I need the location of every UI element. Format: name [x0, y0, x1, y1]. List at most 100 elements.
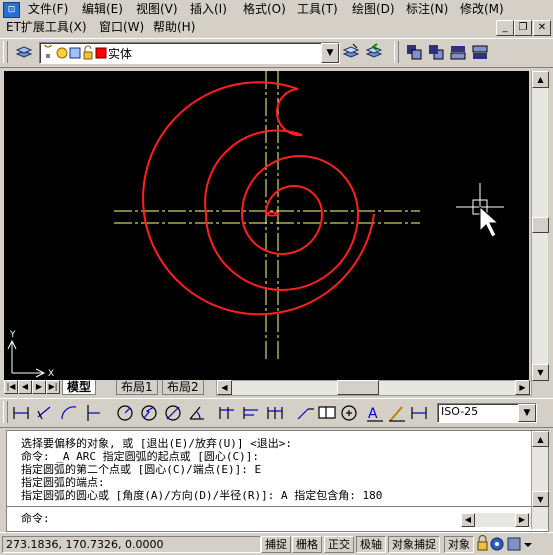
make-object-layer-current-icon[interactable] [341, 42, 361, 62]
ucs-y-label: Y [9, 330, 16, 340]
spiral-curve [142, 81, 375, 316]
scroll-right-button[interactable]: ▶ [515, 380, 530, 395]
tab-prev-button[interactable]: ◀ [18, 380, 32, 394]
radius-dimension-icon [117, 405, 133, 421]
cmd-scroll-up-button[interactable]: ▲ [532, 431, 549, 447]
jogged-dimension-icon [141, 405, 157, 421]
layer-viewport-icon [69, 47, 81, 59]
dimension-update-icon [411, 407, 427, 419]
quick-dimension-icon [219, 407, 234, 419]
command-history-line: 指定圆弧的圆心或 [角度(A)/方向(D)/半径(R)]: A 指定包含角: 1… [21, 489, 383, 502]
layer-dropdown[interactable]: 实体 ▼ [39, 42, 340, 64]
tab-next-button[interactable]: ▶ [32, 380, 46, 394]
menu-help[interactable]: 帮助(H) [151, 19, 197, 36]
layer-on-icon [44, 45, 53, 58]
arc-length-icon [61, 406, 77, 420]
vertical-scrollbar[interactable]: ▲ ▼ [531, 71, 549, 381]
minimize-button[interactable]: _ [496, 20, 514, 36]
dimension-style-dropdown[interactable]: ISO-25 ▼ [437, 403, 537, 423]
tab-layout2[interactable]: 布局2 [162, 380, 204, 395]
command-history-line: 选择要偏移的对象, 或 [退出(E)/放弃(U)] <退出>: [21, 437, 292, 450]
restore-button[interactable]: ❐ [514, 20, 532, 36]
tab-first-button[interactable]: |◀ [4, 380, 18, 394]
menu-format[interactable]: 格式(O) [241, 1, 288, 18]
menu-edit[interactable]: 编辑(E) [80, 1, 125, 18]
dimension-toolbar: A ISO-25 ▼ [0, 398, 553, 428]
bring-above-icon[interactable] [448, 42, 468, 62]
command-history-line: 指定圆弧的第二个点或 [圆心(C)/端点(E)]: E [21, 463, 262, 476]
layer-color-swatch [95, 47, 107, 59]
model-space-canvas[interactable]: Y X [4, 71, 529, 381]
cmd-scroll-right-button[interactable]: ▶ [515, 513, 529, 527]
command-hscrollbar[interactable]: ◀ ▶ [461, 513, 531, 527]
tab-last-button[interactable]: ▶| [46, 380, 60, 394]
quick-leader-icon [297, 408, 314, 420]
cmd-scroll-left-button[interactable]: ◀ [461, 513, 475, 527]
linear-dimension-icon [13, 407, 29, 419]
command-vscrollbar[interactable]: ▲ ▼ [531, 431, 549, 529]
layout-tabs: |◀ ◀ ▶ ▶| 模型 布局1 布局2 ◀ ▶ [4, 380, 532, 396]
center-mark-icon [341, 405, 357, 421]
horizontal-scrollbar[interactable]: ◀ ▶ [216, 380, 532, 396]
polar-toggle[interactable]: 极轴 [356, 536, 386, 553]
coordinate-display[interactable]: 273.1836, 170.7326, 0.0000 [2, 536, 261, 553]
drawing-area: Y X ▲ ▼ |◀ ◀ ▶ ▶| 模型 布局1 布局2 ◀ ▶ [0, 67, 553, 397]
close-button[interactable]: ✕ [533, 20, 551, 36]
command-history-line: 指定圆弧的端点: [21, 476, 105, 489]
menu-file[interactable]: 文件(F) [26, 1, 70, 18]
menu-window[interactable]: 窗口(W) [97, 19, 146, 36]
diameter-dimension-icon [165, 405, 181, 421]
tab-model[interactable]: 模型 [62, 380, 97, 395]
dimension-style-value: ISO-25 [441, 405, 479, 418]
toolbar-grip[interactable] [394, 41, 399, 63]
dimension-text-edit-icon [389, 406, 405, 422]
snap-toggle[interactable]: 捕捉 [261, 536, 291, 553]
object-snap-toggle[interactable]: 对象捕捉 [388, 536, 440, 553]
mouse-pointer-icon [479, 205, 500, 238]
menu-tools[interactable]: 工具(T) [295, 1, 340, 18]
menu-view[interactable]: 视图(V) [134, 1, 180, 18]
scroll-left-button[interactable]: ◀ [217, 380, 232, 395]
command-history-line: 命令: _A ARC 指定圆弧的起点或 [圆心(C)]: [21, 450, 259, 463]
scroll-down-button[interactable]: ▼ [532, 364, 549, 381]
layer-manager-icon[interactable] [14, 42, 34, 62]
toolbar-grip[interactable] [3, 401, 8, 423]
layer-previous-icon[interactable] [364, 42, 384, 62]
angular-dimension-icon [189, 406, 204, 420]
menu-insert[interactable]: 插入(I) [188, 1, 229, 18]
status-bar: 273.1836, 170.7326, 0.0000 捕捉 栅格 正交 极轴 对… [0, 532, 553, 555]
menu-modify[interactable]: 修改(M) [458, 1, 506, 18]
menu-draw[interactable]: 绘图(D) [350, 1, 397, 18]
menu-dimension[interactable]: 标注(N) [404, 1, 450, 18]
menu-bar: ⊡ 文件(F) 编辑(E) 视图(V) 插入(I) 格式(O) 工具(T) 绘图… [0, 0, 553, 38]
svg-text:A: A [368, 406, 378, 422]
tolerance-icon [318, 406, 336, 419]
tab-layout1[interactable]: 布局1 [116, 380, 158, 395]
status-menu-icon [524, 543, 532, 547]
continue-dimension-icon [267, 407, 283, 419]
chevron-down-icon[interactable]: ▼ [518, 404, 536, 422]
ucs-icon [7, 339, 46, 378]
layer-lock-icon [83, 45, 93, 60]
baseline-dimension-icon [243, 407, 258, 419]
autocad-app-icon[interactable]: ⊡ [3, 2, 20, 18]
hscroll-thumb[interactable] [337, 380, 379, 395]
grid-toggle[interactable]: 栅格 [292, 536, 322, 553]
scroll-up-button[interactable]: ▲ [532, 71, 549, 88]
layer-name: 实体 [108, 47, 133, 61]
command-prompt[interactable]: 命令: [21, 512, 50, 525]
ortho-toggle[interactable]: 正交 [324, 536, 354, 553]
aligned-dimension-icon [37, 406, 51, 420]
toolbar-grip[interactable] [3, 41, 8, 63]
bring-to-front-icon[interactable] [404, 42, 424, 62]
object-track-toggle[interactable]: 对象 [444, 536, 474, 553]
communication-center-icon [490, 537, 504, 551]
cmd-scroll-down-button[interactable]: ▼ [532, 491, 549, 507]
send-under-icon[interactable] [470, 42, 490, 62]
scroll-thumb[interactable] [532, 217, 549, 233]
send-to-back-icon[interactable] [426, 42, 446, 62]
menu-et-tools[interactable]: ET扩展工具(X) [4, 19, 89, 36]
chevron-down-icon[interactable]: ▼ [321, 43, 339, 63]
ucs-x-label: X [48, 369, 54, 379]
command-window: 选择要偏移的对象, 或 [退出(E)/放弃(U)] <退出>: 命令: _A A… [6, 430, 549, 532]
